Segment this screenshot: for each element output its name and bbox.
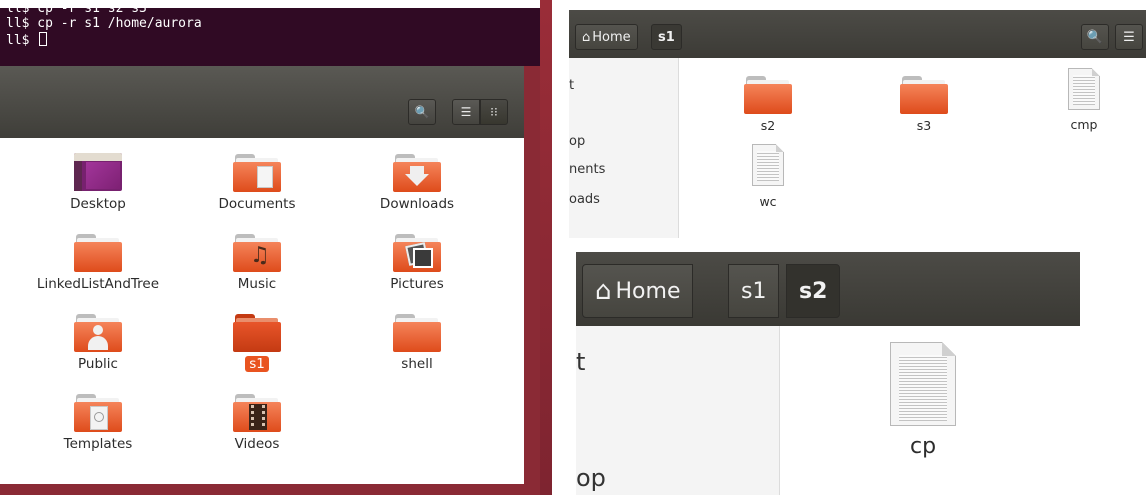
file-name: Desktop — [70, 196, 126, 212]
file-item-cmp[interactable]: cmp — [1009, 68, 1146, 133]
desktop-folder-icon — [74, 152, 122, 192]
path-button-home[interactable]: ⌂ Home — [582, 264, 694, 318]
search-icon: 🔍 — [1086, 29, 1104, 45]
path-button-label: s1 — [741, 278, 767, 304]
path-button-label: Home — [592, 29, 631, 45]
public-folder-icon — [74, 312, 122, 352]
desktop-background-edge — [540, 0, 552, 495]
grid-view-icon: ⁝⁝ — [490, 105, 498, 119]
file-name: Music — [237, 276, 277, 292]
text-file-icon — [888, 342, 958, 430]
s2-folder-zoom-screenshot: ⌂ Home s1 s2 t op cp — [576, 252, 1146, 495]
documents-folder-icon — [233, 152, 281, 192]
sidebar-item[interactable]: op — [576, 464, 606, 492]
path-button-label: s1 — [658, 29, 675, 45]
folder-icon — [744, 74, 792, 114]
file-name: LinkedListAndTree — [36, 276, 160, 292]
file-item-videos[interactable]: Videos — [182, 392, 332, 452]
terminal-window[interactable]: ll$ cp -r s1 s2 s3 ll$ cp -r s1 /home/au… — [0, 1, 540, 66]
file-item-linkedlistandtree[interactable]: LinkedListAndTree — [23, 232, 173, 292]
list-view-button[interactable]: ☰ — [1115, 24, 1143, 50]
file-name: s3 — [916, 118, 932, 133]
terminal-line: ll$ cp -r s1 s2 s3 — [6, 1, 147, 16]
templates-folder-icon — [74, 392, 122, 432]
path-button-s2[interactable]: s2 — [786, 264, 841, 318]
folder-icon — [900, 74, 948, 114]
file-name: shell — [401, 356, 433, 372]
path-button-label: Home — [615, 278, 681, 304]
path-button-s1[interactable]: s1 — [728, 264, 780, 318]
file-item-cp[interactable]: cp — [848, 342, 998, 459]
sidebar-item[interactable]: t — [576, 348, 585, 376]
sidebar: t op nents oads — [569, 58, 679, 238]
terminal-cursor — [39, 32, 48, 46]
list-view-icon: ☰ — [460, 105, 472, 119]
sidebar: t op — [576, 326, 780, 495]
file-manager-window: 🔍 ☰ ⁝⁝ Desktop Documents Downloads Linke… — [0, 66, 524, 484]
file-item-music[interactable]: ♫ Music — [182, 232, 332, 292]
file-item-wc[interactable]: wc — [693, 144, 843, 210]
file-item-public[interactable]: Public — [23, 312, 173, 372]
file-item-shell[interactable]: shell — [342, 312, 492, 372]
sidebar-item[interactable]: op — [569, 134, 585, 149]
search-button[interactable]: 🔍 — [1081, 24, 1109, 50]
file-item-s3[interactable]: s3 — [849, 74, 999, 134]
videos-folder-icon — [233, 392, 281, 432]
file-name: s2 — [760, 118, 776, 133]
file-name: Documents — [218, 196, 296, 212]
pictures-folder-icon — [393, 232, 441, 272]
file-name: Videos — [234, 436, 280, 452]
path-button-home[interactable]: ⌂ Home — [575, 24, 638, 50]
search-button[interactable]: 🔍 — [408, 99, 436, 125]
s1-folder-screenshot: ⌂ Home s1 🔍 ☰ t op nents oads s2 s3 cmp — [569, 10, 1146, 238]
sidebar-item[interactable]: nents — [569, 162, 605, 177]
file-item-desktop[interactable]: Desktop — [23, 152, 173, 212]
terminal-prompt-line[interactable]: ll$ — [6, 32, 48, 48]
file-item-templates[interactable]: Templates — [23, 392, 173, 452]
home-icon: ⌂ — [582, 29, 591, 45]
file-manager-toolbar: ⌂ Home s1 s2 — [576, 252, 1080, 326]
downloads-folder-icon — [393, 152, 441, 192]
file-item-documents[interactable]: Documents — [182, 152, 332, 212]
search-icon: 🔍 — [414, 105, 430, 119]
file-name: cmp — [1070, 117, 1098, 132]
file-name: Public — [78, 356, 118, 372]
grid-view-button[interactable]: ⁝⁝ — [480, 99, 508, 125]
file-item-downloads[interactable]: Downloads — [342, 152, 492, 212]
path-button-label: s2 — [799, 278, 828, 304]
terminal-prompt: ll$ — [6, 33, 38, 48]
file-name-selected: s1 — [245, 356, 269, 372]
sidebar-item[interactable]: oads — [569, 192, 600, 207]
file-item-pictures[interactable]: Pictures — [342, 232, 492, 292]
text-file-icon — [1060, 68, 1108, 114]
file-name: cp — [909, 434, 937, 459]
terminal-line: ll$ cp -r s1 /home/aurora — [6, 16, 202, 31]
file-item-s1[interactable]: s1 — [182, 312, 332, 372]
file-name: wc — [759, 194, 777, 209]
folder-icon — [74, 232, 122, 272]
left-screenshot: ll$ cp -r s1 s2 s3 ll$ cp -r s1 /home/au… — [0, 0, 552, 495]
home-icon: ⌂ — [595, 276, 612, 306]
list-view-button[interactable]: ☰ — [452, 99, 480, 125]
music-folder-icon: ♫ — [233, 232, 281, 272]
file-name: Pictures — [390, 276, 444, 292]
file-name: Templates — [63, 436, 133, 452]
path-button-s1[interactable]: s1 — [651, 24, 682, 50]
file-item-s2[interactable]: s2 — [693, 74, 843, 134]
folder-icon — [393, 312, 441, 352]
file-manager-toolbar: ⌂ Home s1 🔍 ☰ — [569, 10, 1146, 58]
file-name: Downloads — [379, 196, 455, 212]
text-file-icon — [744, 144, 792, 190]
sidebar-item[interactable]: t — [569, 78, 574, 93]
list-view-icon: ☰ — [1123, 29, 1135, 45]
file-manager-toolbar: 🔍 ☰ ⁝⁝ — [0, 66, 524, 138]
folder-icon — [233, 312, 281, 352]
